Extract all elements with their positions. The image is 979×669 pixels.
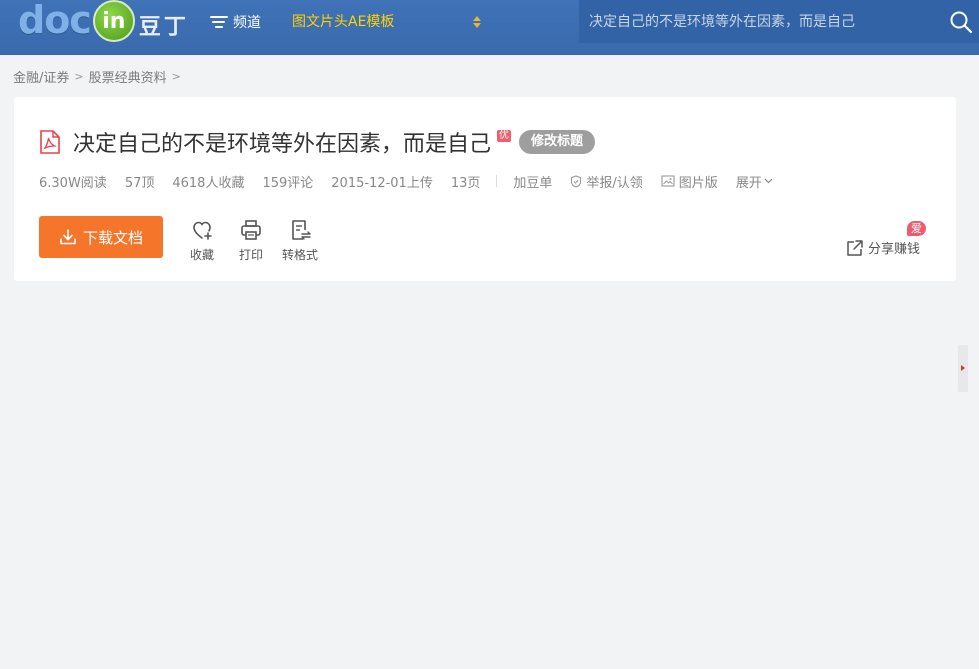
favorite-label: 收藏 <box>190 248 215 262</box>
document-meta-row: 6.30W阅读 57顶 4618人收藏 159评论 2015-12-01上传 1… <box>39 172 791 191</box>
image-version-button[interactable]: 图片版 <box>661 172 718 191</box>
breadcrumb-separator: > <box>74 69 84 83</box>
report-button[interactable]: 举报/认领 <box>570 172 643 191</box>
logo-chinese-text: 豆丁 <box>138 14 189 40</box>
share-label: 分享赚钱 <box>868 242 921 257</box>
channel-label: 频道 <box>233 15 261 31</box>
menu-icon <box>210 15 228 29</box>
arrow-right-icon <box>961 365 965 371</box>
edit-title-button[interactable]: 修改标题 <box>519 130 596 154</box>
breadcrumb-item-stocks[interactable]: 股票经典资料 <box>89 67 167 86</box>
like-count: 57顶 <box>124 175 155 191</box>
report-label: 举报/认领 <box>586 175 643 191</box>
print-label: 打印 <box>239 248 264 262</box>
side-panel-toggle[interactable] <box>958 345 968 392</box>
share-earn-button[interactable]: 分享赚钱 <box>846 238 920 257</box>
breadcrumb-separator: > <box>171 69 181 83</box>
top-navigation-bar: doc in 豆丁 频道 图文片头AE模板 <box>0 0 979 55</box>
sort-toggle-icon[interactable] <box>473 16 481 28</box>
pdf-file-icon <box>39 130 61 154</box>
print-button[interactable]: 打印 <box>239 218 263 263</box>
download-document-button[interactable]: 下载文档 <box>39 216 163 258</box>
search-icon[interactable] <box>949 10 973 34</box>
image-icon <box>661 175 675 187</box>
image-version-label: 图片版 <box>678 175 718 191</box>
share-badge: 爱 <box>907 221 926 236</box>
breadcrumb-item-finance[interactable]: 金融/证券 <box>13 67 69 86</box>
share-icon <box>847 239 863 256</box>
chevron-down-icon <box>764 178 773 184</box>
comment-count[interactable]: 159评论 <box>262 172 313 191</box>
heart-icon <box>193 221 212 240</box>
title-row: 决定自己的不是环境等外在因素，而是自己 优 修改标题 <box>39 127 596 157</box>
add-to-list-label: 加豆单 <box>513 175 553 191</box>
search-bar <box>579 0 979 43</box>
logo-in-text: in <box>102 8 126 34</box>
convert-format-label: 转格式 <box>282 248 319 262</box>
breadcrumb: 金融/证券 > 股票经典资料 > <box>13 67 186 86</box>
add-to-list-button[interactable]: 加豆单 <box>513 172 552 191</box>
quality-badge: 优 <box>497 130 512 142</box>
convert-format-button[interactable]: 转格式 <box>282 218 318 263</box>
docin-logo[interactable]: doc in 豆丁 <box>18 0 189 46</box>
document-title: 决定自己的不是环境等外在因素，而是自己 <box>73 132 492 157</box>
read-count: 6.30W阅读 <box>39 175 107 191</box>
download-icon <box>60 229 76 245</box>
favorite-count: 4618人收藏 <box>172 175 245 191</box>
logo-in-circle: in <box>92 0 135 42</box>
favorite-button[interactable]: 收藏 <box>190 218 214 263</box>
page-count: 13页 <box>450 175 481 191</box>
expand-label: 展开 <box>735 175 762 191</box>
logo-doc-text: doc <box>18 0 92 42</box>
download-label: 下载文档 <box>82 228 143 247</box>
promo-link[interactable]: 图文片头AE模板 <box>292 12 394 32</box>
convert-document-icon <box>292 220 311 240</box>
document-info-card: 决定自己的不是环境等外在因素，而是自己 优 修改标题 6.30W阅读 57顶 4… <box>14 97 956 281</box>
meta-divider <box>496 175 498 187</box>
printer-icon <box>241 220 261 240</box>
channel-menu-button[interactable]: 频道 <box>210 12 261 32</box>
expand-button[interactable]: 展开 <box>736 172 773 191</box>
upload-date: 2015-12-01上传 <box>331 175 433 191</box>
search-input[interactable] <box>579 0 934 43</box>
shield-icon <box>571 174 582 188</box>
